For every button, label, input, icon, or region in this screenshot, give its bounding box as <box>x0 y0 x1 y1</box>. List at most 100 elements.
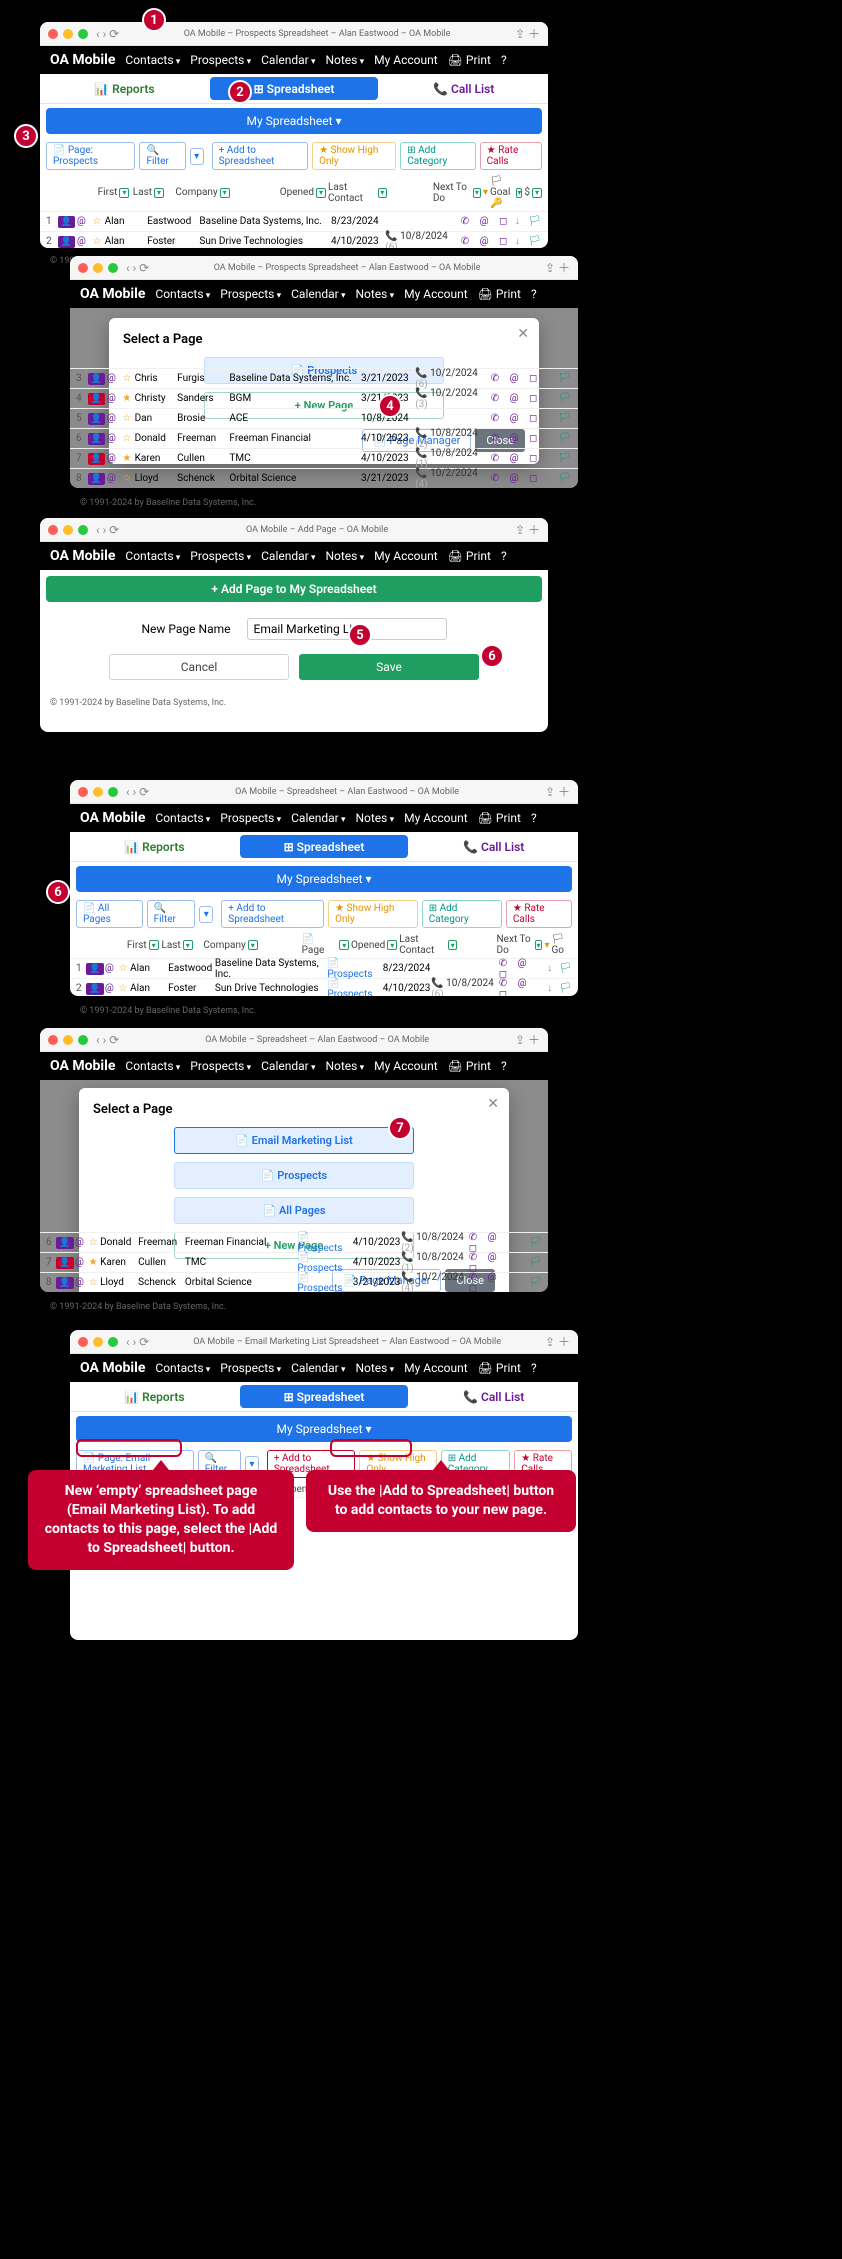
rate-calls-button[interactable]: ★ Rate Calls <box>480 142 542 170</box>
table-row[interactable]: 7👤@★KarenCullenTMC📄 Prospects4/10/2023📞 … <box>40 1252 548 1272</box>
table-row[interactable]: 3👤@☆ChrisFurgisBaseline Data Systems, In… <box>70 368 578 388</box>
show-high-only-button[interactable]: ★ Show High Only <box>328 900 418 928</box>
hint-right: Use the |Add to Spreadsheet| button to a… <box>306 1470 576 1532</box>
col-lastcontact[interactable]: Last Contact <box>328 182 376 204</box>
app-menubar: OA Mobile ContactsProspects CalendarNote… <box>70 280 578 308</box>
filter-dropdown[interactable]: ▾ <box>199 906 213 923</box>
app-menubar: OA Mobile ContactsProspects CalendarNote… <box>40 1052 548 1080</box>
col-goal[interactable]: 🏳 Goal 🔑 <box>490 176 514 209</box>
close-icon[interactable]: ✕ <box>517 326 529 342</box>
close-icon[interactable]: ✕ <box>487 1096 499 1112</box>
titlebar: ‹ › ⟳ OA Mobile – Add Page – OA Mobile ⇪… <box>40 518 548 542</box>
tab-reports[interactable]: 📊 Reports <box>70 832 239 861</box>
menu-print[interactable]: 🖨 Print <box>448 53 491 67</box>
app-menubar[interactable]: OA Mobile ContactsProspects CalendarNote… <box>70 804 578 832</box>
tab-reports[interactable]: 📊 Reports <box>40 74 209 103</box>
menu-notes[interactable]: Notes <box>325 53 364 67</box>
window-title: OA Mobile – Spreadsheet – Alan Eastwood … <box>149 787 545 797</box>
browser-tail: ⇪ ＋ <box>515 25 540 42</box>
grid-header: First Last Company Opened Last Contact N… <box>40 174 548 211</box>
step-1: 1 <box>142 8 166 32</box>
modal-opt-prospects[interactable]: 📄 Prospects <box>174 1162 414 1189</box>
table-row[interactable]: 2👤@☆AlanFosterSun Drive Technologies4/10… <box>40 231 548 248</box>
col-first[interactable]: First <box>98 187 118 198</box>
titlebar: ‹ › ⟳ OA Mobile – Spreadsheet – Alan Eas… <box>40 1028 548 1052</box>
app-menubar[interactable]: OA Mobile Contacts Prospects Calendar No… <box>40 46 548 74</box>
tab-calllist[interactable]: 📞 Call List <box>379 74 548 103</box>
table-row[interactable]: 6👤@☆DonaldFreemanFreeman Financial4/10/2… <box>70 428 578 448</box>
copyright: © 1991-2024 by Baseline Data Systems, In… <box>70 490 266 516</box>
tab-spreadsheet[interactable]: ⊞ Spreadsheet <box>240 835 409 858</box>
step-3: 3 <box>14 124 38 148</box>
cancel-button[interactable]: Cancel <box>109 654 289 680</box>
table-row[interactable]: 5👤@☆DanBrosieACE10/8/2024 ✆ @ ◻↓🏳Sell 6 … <box>70 408 578 428</box>
window-title: OA Mobile – Spreadsheet – Alan Eastwood … <box>119 1035 515 1045</box>
modal-opt-eml[interactable]: 📄 Email Marketing List <box>174 1127 414 1154</box>
menu-calendar[interactable]: Calendar <box>261 53 315 67</box>
menu-contacts[interactable]: Contacts <box>125 53 180 67</box>
titlebar: ‹ › ⟳ OA Mobile – Prospects Spreadsheet … <box>40 22 548 46</box>
add-category-button[interactable]: ⊞ Add Category <box>422 900 502 928</box>
tab-calllist[interactable]: 📞 Call List <box>409 832 578 861</box>
table-row[interactable]: 7👤@★KarenCullenTMC4/10/2023📞 10/8/2024 (… <box>70 448 578 468</box>
hint-left: New ‘empty’ spreadsheet page (Email Mark… <box>28 1470 294 1570</box>
add-to-spreadsheet-button[interactable]: + Add to Spreadsheet <box>212 142 308 170</box>
rate-calls-button[interactable]: ★ Rate Calls <box>506 900 572 928</box>
save-button[interactable]: Save <box>299 654 479 680</box>
filter-button[interactable]: 🔍 Filter <box>139 142 185 170</box>
add-category-button[interactable]: ⊞ Add Category <box>400 142 475 170</box>
new-page-label: New Page Name <box>141 622 230 636</box>
titlebar: ‹ › ⟳ OA Mobile – Email Marketing List S… <box>70 1330 578 1354</box>
browser-nav: ‹ › ⟳ <box>96 27 119 41</box>
col-company[interactable]: Company <box>175 187 217 198</box>
grid-rows: 1👤@☆AlanEastwoodBaseline Data Systems, I… <box>40 211 548 248</box>
step-7: 7 <box>388 1116 412 1140</box>
new-page-form: New Page Name <box>40 608 548 650</box>
step-2: 2 <box>228 80 252 104</box>
menu-myaccount[interactable]: My Account <box>374 53 438 67</box>
window-title: OA Mobile – Prospects Spreadsheet – Alan… <box>119 29 515 39</box>
page-selector[interactable]: 📄 Page: Prospects <box>46 142 135 170</box>
add-page-header: + Add Page to My Spreadsheet <box>46 576 542 602</box>
toolbar: 📄 Page: Prospects 🔍 Filter ▾ + Add to Sp… <box>40 138 548 174</box>
col-nexttodo[interactable]: Next To Do <box>433 182 471 204</box>
table-row[interactable]: 2👤@☆AlanFosterSun Drive Technologies📄 Pr… <box>70 978 578 996</box>
col-dollar[interactable]: $ <box>524 187 530 198</box>
table-row[interactable]: 1👤@☆AlanEastwoodBaseline Data Systems, I… <box>40 211 548 231</box>
table-row[interactable]: 4👤@★ChristySandersBGM3/21/2023📞 10/2/202… <box>70 388 578 408</box>
app-menubar[interactable]: OA Mobile ContactsProspects CalendarNote… <box>70 1354 578 1382</box>
modal-opt-allpages[interactable]: 📄 All Pages <box>174 1197 414 1224</box>
tab-spreadsheet[interactable]: ⊞ Spreadsheet <box>240 1385 409 1408</box>
window-title: OA Mobile – Add Page – OA Mobile <box>119 525 515 535</box>
show-high-only-button[interactable]: ★ Show High Only <box>312 142 396 170</box>
table-row[interactable]: 8👤@☆LloydSchenckOrbital Science📄 Prospec… <box>40 1272 548 1292</box>
filter-dropdown[interactable]: ▾ <box>190 148 204 165</box>
view-tabs: 📊 Reports ⊞ Spreadsheet 📞 Call List <box>40 74 548 104</box>
menu-help[interactable]: ? <box>501 53 507 67</box>
col-opened[interactable]: Opened <box>280 187 314 198</box>
filter-button[interactable]: 🔍 Filter <box>147 900 196 928</box>
step-6b: 6 <box>46 880 70 904</box>
my-spreadsheet-bar[interactable]: My Spreadsheet ▾ <box>76 866 572 892</box>
app-menubar[interactable]: OA Mobile ContactsProspects CalendarNote… <box>40 542 548 570</box>
table-row[interactable]: 8👤@☆LloydSchenckOrbital Science3/21/2023… <box>70 468 578 488</box>
window-title: OA Mobile – Email Marketing List Spreads… <box>149 1337 545 1347</box>
step-5: 5 <box>348 623 372 647</box>
tab-reports[interactable]: 📊 Reports <box>70 1382 239 1411</box>
brand: OA Mobile <box>50 52 115 68</box>
tab-calllist[interactable]: 📞 Call List <box>409 1382 578 1411</box>
menu-prospects[interactable]: Prospects <box>190 53 251 67</box>
grid-rows: 1👤@☆AlanEastwoodBaseline Data Systems, I… <box>70 958 578 996</box>
page-selector[interactable]: 📄 All Pages <box>76 900 143 928</box>
new-page-input[interactable] <box>247 618 447 640</box>
modal-title: Select a Page <box>123 332 525 347</box>
table-row[interactable]: 6👤@☆DonaldFreemanFreeman Financial📄 Pros… <box>40 1232 548 1252</box>
copyright: © 1991-2024 by Baseline Data Systems, In… <box>40 690 548 716</box>
my-spreadsheet-bar[interactable]: My Spreadsheet ▾ <box>76 1416 572 1442</box>
col-last[interactable]: Last <box>133 187 152 198</box>
my-spreadsheet-bar[interactable]: My Spreadsheet ▾ <box>46 108 542 134</box>
titlebar: ‹ › ⟳ OA Mobile – Prospects Spreadsheet … <box>70 256 578 280</box>
add-to-spreadsheet-button[interactable]: + Add to Spreadsheet <box>221 900 324 928</box>
window-title: OA Mobile – Prospects Spreadsheet – Alan… <box>149 263 545 273</box>
table-row[interactable]: 1👤@☆AlanEastwoodBaseline Data Systems, I… <box>70 958 578 978</box>
